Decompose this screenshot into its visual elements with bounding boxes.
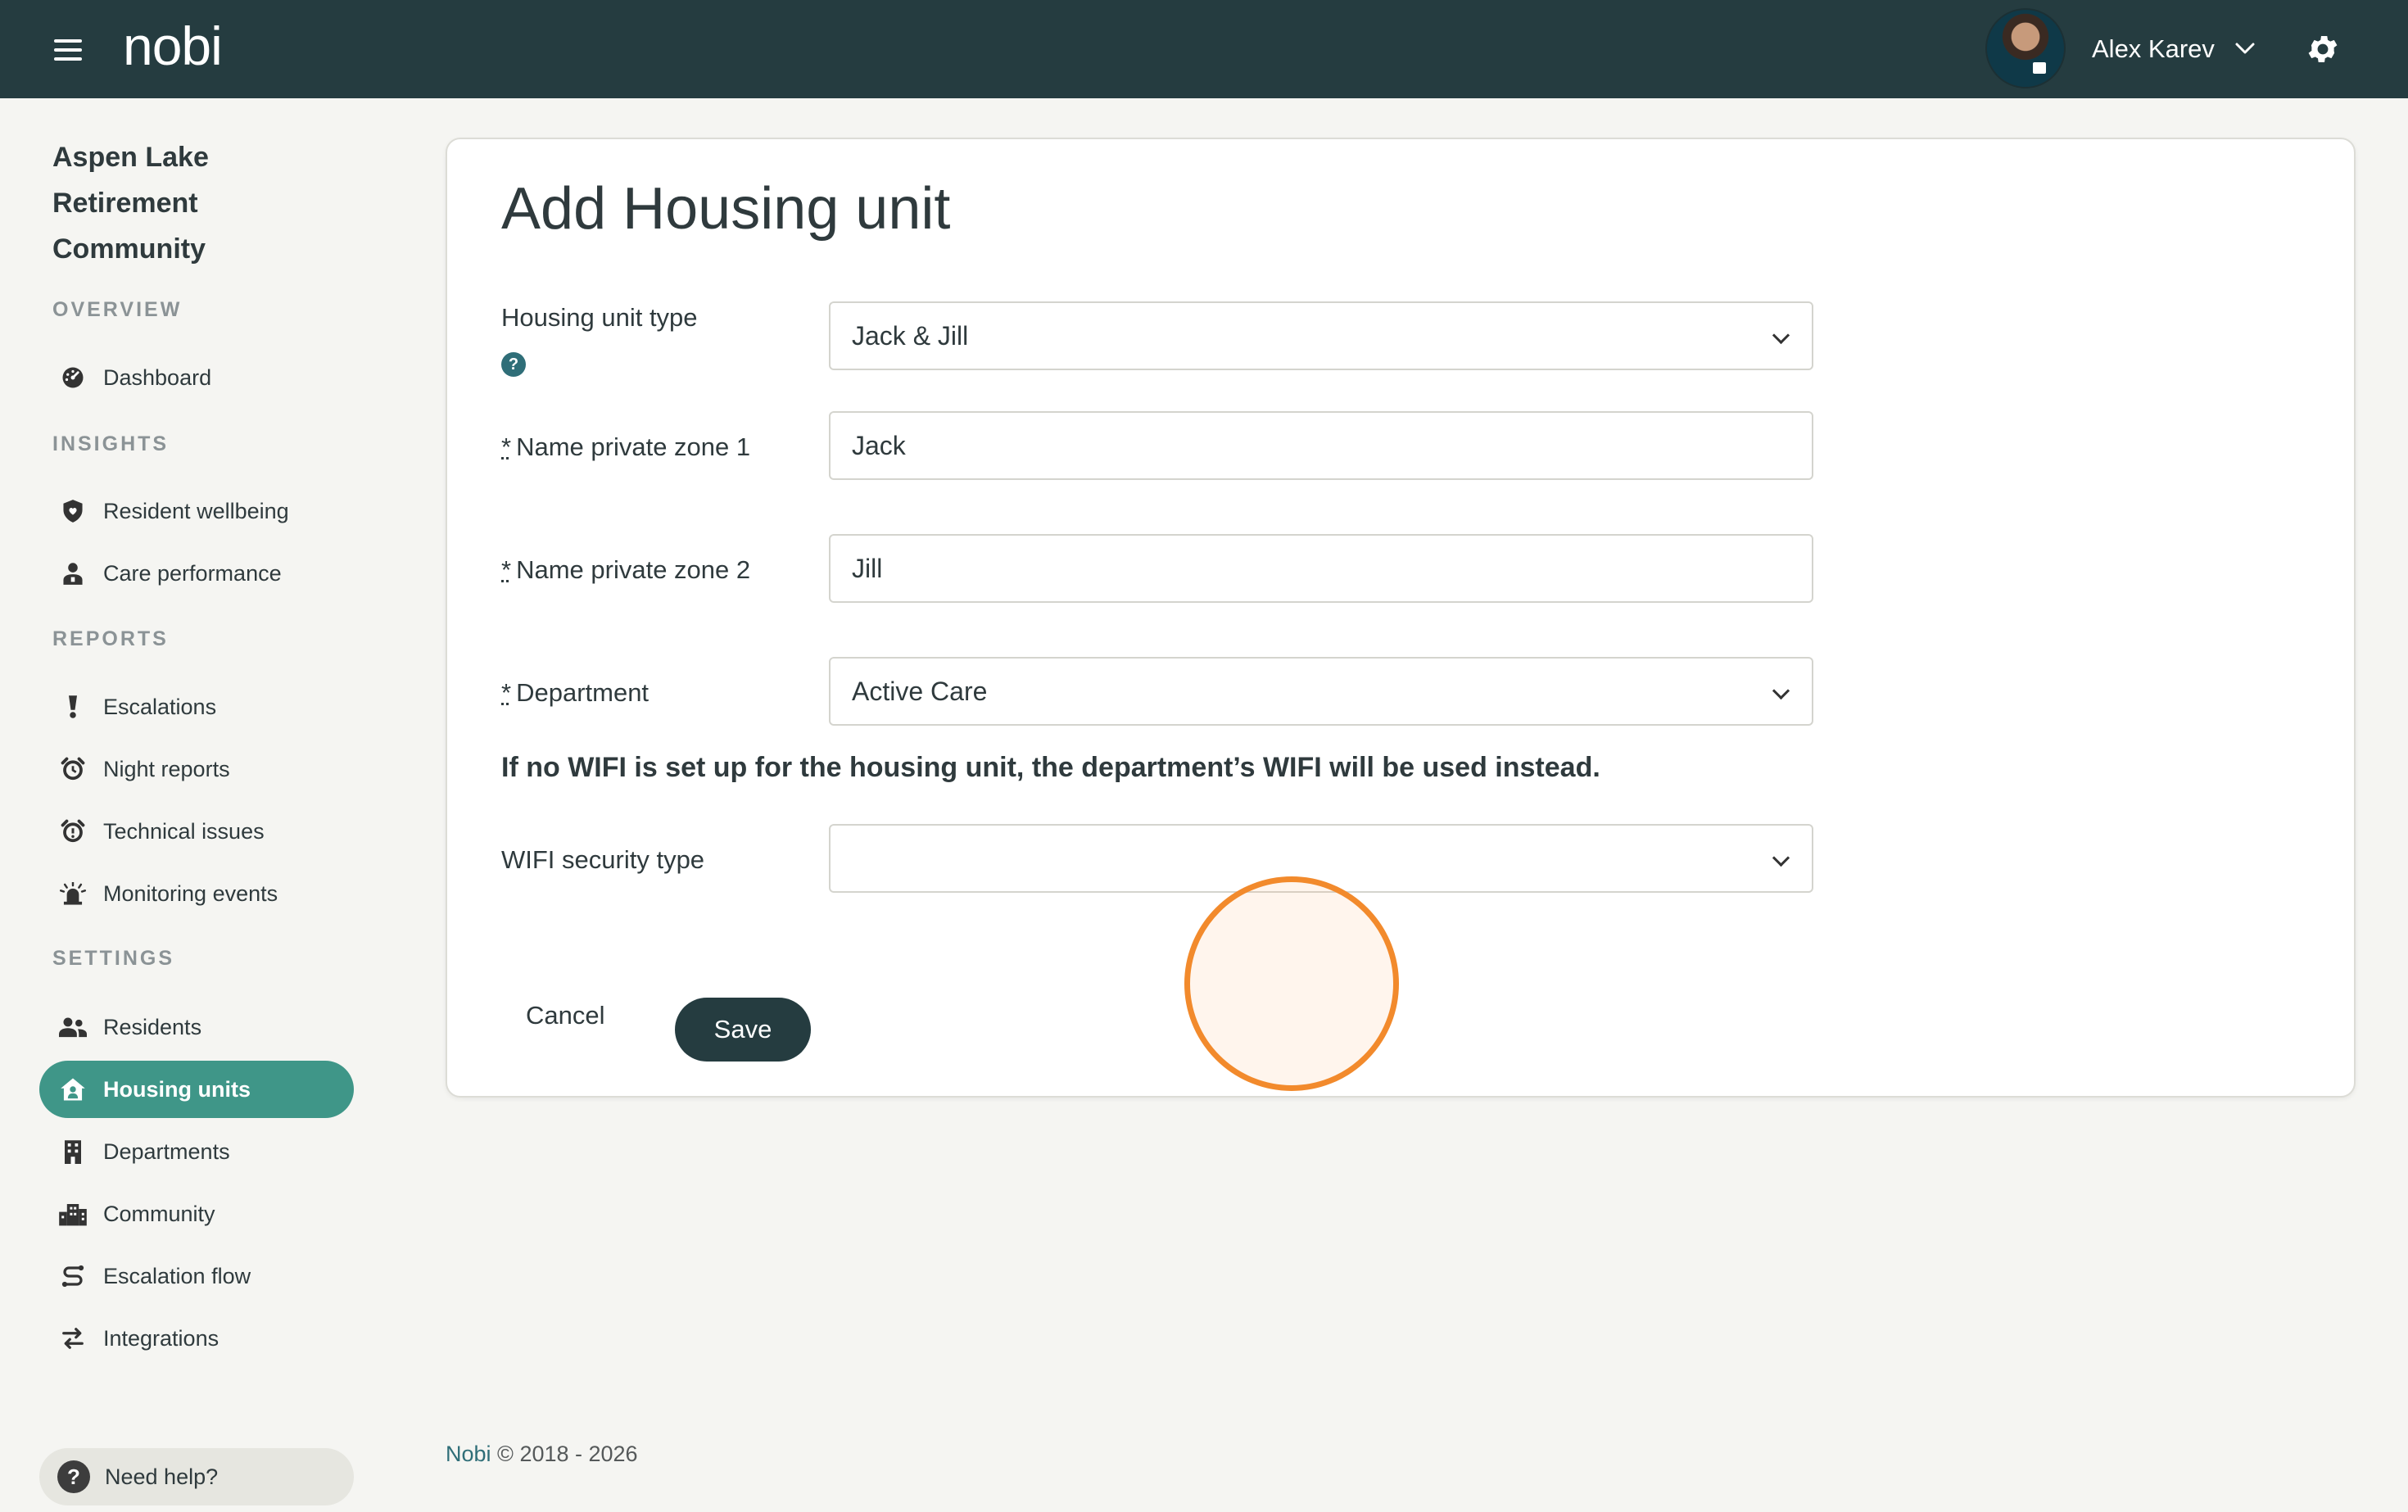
help-icon[interactable]: ?: [501, 352, 526, 377]
need-help-button[interactable]: ? Need help?: [39, 1448, 354, 1505]
zone2-input[interactable]: Jill: [829, 534, 1813, 603]
sidebar-item-night-reports[interactable]: Night reports: [39, 740, 354, 798]
footer-copyright: © 2018 - 2026: [497, 1442, 638, 1466]
sidebar-item-label: Community: [103, 1201, 215, 1226]
zone1-input[interactable]: Jack: [829, 411, 1813, 480]
sidebar-item-residents[interactable]: Residents: [39, 998, 354, 1056]
user-name[interactable]: Alex Karev: [2092, 34, 2215, 64]
zone2-label: * Name private zone 2: [501, 555, 751, 584]
add-housing-unit-card: Add Housing unit Housing unit type ? Jac…: [446, 138, 2356, 1098]
question-icon: ?: [57, 1460, 90, 1493]
arrows-swap-icon: [57, 1323, 88, 1354]
sidebar-item-resident-wellbeing[interactable]: Resident wellbeing: [39, 482, 354, 540]
sidebar-item-dashboard[interactable]: Dashboard: [39, 349, 354, 406]
sidebar-item-label: Resident wellbeing: [103, 498, 289, 523]
sidebar-item-label: Night reports: [103, 756, 230, 781]
dashboard-icon: [57, 362, 88, 393]
page-title: Add Housing unit: [501, 176, 951, 242]
sidebar-item-label: Technical issues: [103, 818, 265, 844]
caregiver-icon: [57, 558, 88, 589]
section-title-overview: OVERVIEW: [52, 298, 183, 321]
section-title-settings: SETTINGS: [52, 947, 175, 970]
sidebar-item-escalation-flow[interactable]: Escalation flow: [39, 1247, 354, 1305]
zone1-label: * Name private zone 1: [501, 432, 751, 461]
footer-brand-link[interactable]: Nobi: [446, 1442, 491, 1466]
zone2-value: Jill: [852, 553, 883, 583]
section-title-insights: INSIGHTS: [52, 432, 170, 455]
siren-icon: [57, 878, 88, 909]
required-mark: *: [501, 678, 512, 707]
sidebar-item-housing-units[interactable]: Housing units: [39, 1061, 354, 1118]
department-label: * Department: [501, 678, 650, 707]
sidebar-item-label: Housing units: [103, 1076, 251, 1102]
housing-unit-type-value: Jack & Jill: [852, 320, 969, 351]
housing-unit-type-select[interactable]: Jack & Jill: [829, 301, 1813, 370]
department-value: Active Care: [852, 676, 988, 706]
sidebar-item-label: Escalations: [103, 694, 217, 719]
sidebar-item-technical-issues[interactable]: Technical issues: [39, 803, 354, 860]
sidebar-item-label: Integrations: [103, 1325, 220, 1351]
sidebar-item-label: Departments: [103, 1139, 230, 1164]
need-help-label: Need help?: [105, 1464, 219, 1489]
sidebar-item-label: Dashboard: [103, 364, 212, 390]
route-icon: [57, 1261, 88, 1292]
section-title-reports: REPORTS: [52, 627, 169, 650]
city-icon: [57, 1198, 88, 1229]
click-indicator: [1184, 876, 1399, 1091]
required-mark: *: [501, 555, 512, 584]
house-user-icon: [57, 1074, 88, 1105]
sidebar-item-label: Monitoring events: [103, 880, 278, 906]
sidebar-item-label: Residents: [103, 1014, 202, 1039]
zone1-value: Jack: [852, 430, 906, 460]
users-icon: [57, 1012, 88, 1043]
community-name: Aspen Lake Retirement Community: [52, 142, 209, 265]
sidebar-item-label: Escalation flow: [103, 1263, 251, 1288]
sidebar-item-community[interactable]: Community: [39, 1185, 354, 1243]
save-button[interactable]: Save: [675, 998, 811, 1062]
shield-heart-icon: [57, 496, 88, 527]
chevron-down-icon[interactable]: [2233, 36, 2257, 61]
wifi-security-label: WIFI security type: [501, 845, 705, 874]
sidebar: Aspen Lake Retirement Community OVERVIEW…: [0, 98, 385, 1512]
sidebar-item-departments[interactable]: Departments: [39, 1123, 354, 1180]
required-mark: *: [501, 432, 512, 461]
building-icon: [57, 1136, 88, 1167]
sidebar-item-label: Care performance: [103, 560, 282, 586]
top-bar: nobi Alex Karev: [0, 0, 2408, 98]
menu-icon[interactable]: [54, 39, 82, 61]
footer: Nobi © 2018 - 2026: [446, 1442, 638, 1467]
app-logo[interactable]: nobi: [123, 15, 223, 77]
exclamation-icon: [57, 691, 88, 722]
gear-icon[interactable]: [2305, 31, 2341, 67]
sidebar-item-integrations[interactable]: Integrations: [39, 1310, 354, 1367]
sidebar-item-care-performance[interactable]: Care performance: [39, 545, 354, 602]
sidebar-item-monitoring-events[interactable]: Monitoring events: [39, 865, 354, 922]
wifi-security-select[interactable]: [829, 824, 1813, 893]
avatar[interactable]: [1985, 8, 2066, 88]
sidebar-item-escalations[interactable]: Escalations: [39, 678, 354, 736]
department-select[interactable]: Active Care: [829, 657, 1813, 726]
wifi-note: If no WIFI is set up for the housing uni…: [501, 752, 1600, 783]
housing-unit-type-label: Housing unit type: [501, 303, 698, 332]
alarm-alert-icon: [57, 816, 88, 847]
cancel-button[interactable]: Cancel: [526, 1001, 605, 1030]
alarm-clock-icon: [57, 754, 88, 785]
